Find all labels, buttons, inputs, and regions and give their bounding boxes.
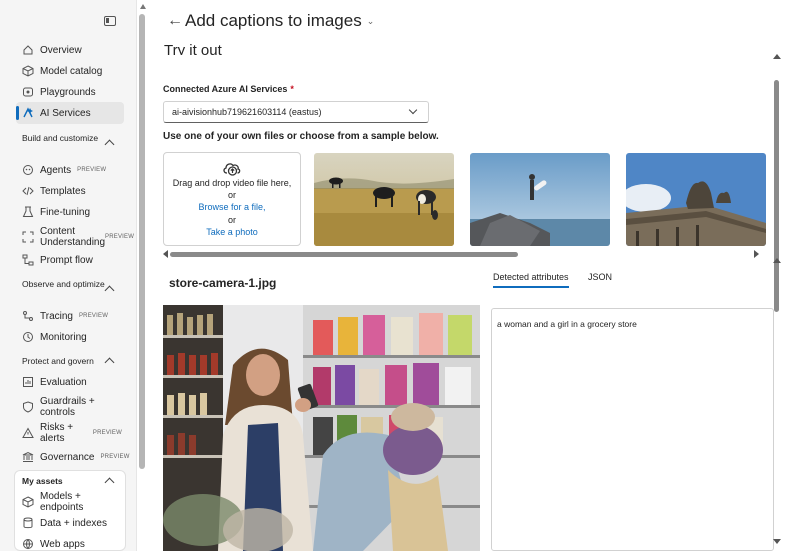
sidebar-item-overview[interactable]: Overview (16, 39, 124, 61)
browse-file-link[interactable]: Browse for a file, (164, 201, 300, 214)
sidebar-item-label: Web apps (40, 538, 85, 550)
tab-json[interactable]: JSON (588, 272, 612, 286)
scroll-up-icon[interactable] (773, 258, 781, 263)
sidebar-item-evaluation[interactable]: Evaluation (16, 371, 124, 393)
main-vertical-scrollbar[interactable] (774, 80, 779, 312)
preview-badge: PREVIEW (105, 234, 135, 240)
scroll-down-icon[interactable] (773, 539, 781, 544)
cube-icon (22, 65, 34, 77)
evaluation-icon (22, 376, 34, 388)
sidebar-item-label: Evaluation (40, 376, 87, 388)
service-dropdown-value: ai-aivisionhub719621603114 (eastus) (172, 107, 322, 117)
sidebar-item-content-understanding[interactable]: Content Understanding PREVIEW (16, 224, 134, 250)
sidebar-item-label: Data + indexes (40, 517, 107, 529)
chevron-down-icon (408, 105, 418, 115)
sidebar-item-model-catalog[interactable]: Model catalog (16, 60, 124, 82)
sidebar-item-label: Tracing (40, 310, 73, 322)
sidebar-item-templates[interactable]: Templates (16, 180, 124, 202)
tab-detected-attributes[interactable]: Detected attributes (493, 272, 569, 288)
service-dropdown[interactable]: ai-aivisionhub719621603114 (eastus) (163, 101, 429, 123)
file-dropzone[interactable]: Drag and drop video file here, or Browse… (163, 152, 301, 246)
scroll-left-icon[interactable] (163, 250, 168, 258)
sidebar-scroll-up-icon[interactable] (140, 4, 146, 9)
sidebar-item-label: Agents (40, 164, 72, 176)
page-title-text: Add captions to images (185, 11, 362, 30)
sidebar-item-label: Governance (40, 451, 95, 463)
main-content: ← Add captions to images ⌄ Try it out Co… (150, 0, 800, 551)
sidebar-item-models-endpoints[interactable]: Models + endpoints (16, 491, 124, 513)
sidebar-item-label: Templates (40, 185, 86, 197)
sample-image-surfer[interactable] (470, 153, 610, 246)
sidebar-item-label: Content Understanding (40, 226, 106, 248)
sidebar: Overview Model catalog Playgrounds AI Se… (0, 0, 137, 551)
sample-image-cows[interactable] (314, 153, 454, 246)
caption-text: a woman and a girl in a grocery store (497, 319, 637, 329)
globe-icon (22, 538, 34, 550)
caption-result-box: a woman and a girl in a grocery store (491, 308, 774, 551)
home-icon (22, 44, 34, 56)
sidebar-item-ai-services[interactable]: AI Services (16, 102, 124, 124)
shield-icon (22, 401, 34, 413)
sidebar-item-label: Risks + alerts (40, 422, 74, 444)
service-label-text: Connected Azure AI Services (163, 84, 288, 94)
chevron-down-icon[interactable]: ⌄ (367, 16, 375, 27)
scroll-up-icon[interactable] (773, 54, 781, 59)
sidebar-item-agents[interactable]: Agents PREVIEW (16, 159, 124, 181)
section-title: Try it out (164, 42, 222, 55)
cloud-upload-icon (164, 159, 300, 177)
sidebar-item-governance[interactable]: Governance PREVIEW (16, 446, 129, 468)
database-icon (22, 517, 34, 529)
sidebar-item-data-indexes[interactable]: Data + indexes (16, 512, 124, 534)
governance-icon (22, 451, 34, 463)
cube-icon (22, 496, 34, 508)
take-photo-link[interactable]: Take a photo (164, 226, 300, 239)
preview-badge: PREVIEW (78, 313, 109, 319)
sidebar-item-label: Playgrounds (40, 86, 96, 98)
back-arrow-icon[interactable]: ← (167, 12, 183, 30)
preview-badge: PREVIEW (100, 454, 130, 460)
sidebar-item-label: Prompt flow (40, 254, 93, 266)
sidebar-item-tracing[interactable]: Tracing PREVIEW (16, 305, 124, 327)
sidebar-item-risks[interactable]: Risks + alerts PREVIEW (16, 420, 124, 446)
selected-image (163, 305, 480, 551)
instructions-text: Use one of your own files or choose from… (163, 131, 439, 142)
sample-image-statue[interactable] (626, 153, 766, 246)
sidebar-item-label: Models + endpoints (40, 491, 84, 513)
samples-horizontal-scrollbar[interactable] (170, 252, 518, 257)
sidebar-item-prompt-flow[interactable]: Prompt flow (16, 249, 124, 271)
flow-icon (22, 254, 34, 266)
dropzone-or: or (227, 190, 236, 200)
sidebar-item-label: Overview (40, 44, 82, 56)
selected-file-name: store-camera-1.jpg (169, 276, 277, 290)
sidebar-item-label: Monitoring (40, 331, 87, 343)
collapse-sidebar-icon[interactable] (104, 16, 116, 26)
flask-icon (22, 206, 34, 218)
service-label: Connected Azure AI Services * (163, 84, 294, 94)
sidebar-item-monitoring[interactable]: Monitoring (16, 326, 124, 348)
sidebar-scrollbar[interactable] (139, 14, 145, 469)
dropzone-text: Drag and drop video file here, (172, 178, 292, 188)
sidebar-item-fine-tuning[interactable]: Fine-tuning (16, 201, 124, 223)
sidebar-item-label: Fine-tuning (40, 206, 91, 218)
sidebar-item-playgrounds[interactable]: Playgrounds (16, 81, 124, 103)
dropzone-or: or (227, 215, 236, 225)
sidebar-item-web-apps[interactable]: Web apps (16, 533, 124, 551)
code-icon (22, 185, 34, 197)
preview-badge: PREVIEW (77, 167, 107, 173)
preview-badge: PREVIEW (92, 430, 122, 436)
scroll-right-icon[interactable] (754, 250, 759, 258)
sidebar-item-guardrails[interactable]: Guardrails + controls (16, 394, 124, 420)
playground-icon (22, 86, 34, 98)
ai-services-icon (22, 107, 34, 119)
required-marker: * (290, 84, 294, 94)
monitoring-icon (22, 331, 34, 343)
agent-icon (22, 164, 34, 176)
alert-icon (22, 427, 34, 439)
sidebar-item-label: Guardrails + controls (40, 396, 95, 418)
tracing-icon (22, 310, 34, 322)
sidebar-item-label: AI Services (40, 107, 91, 119)
page-title: Add captions to images ⌄ (185, 11, 374, 31)
sidebar-item-label: Model catalog (40, 65, 103, 77)
content-icon (22, 231, 34, 243)
